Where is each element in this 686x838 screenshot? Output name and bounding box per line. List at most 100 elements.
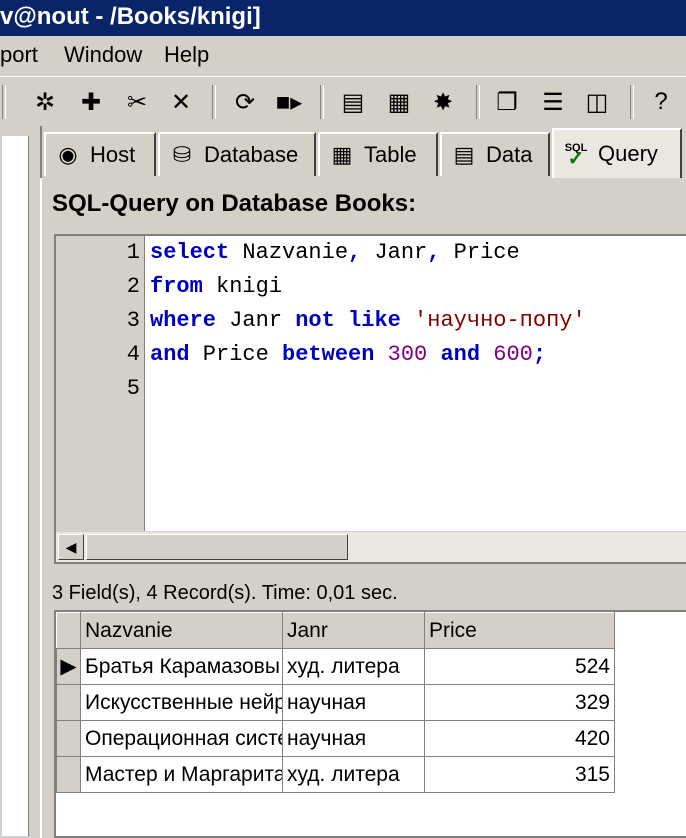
sql-icon: SQL ✓ xyxy=(564,142,588,170)
code-line[interactable]: where Janr not like 'научно-попу' xyxy=(150,308,586,333)
table-cell[interactable]: 315 xyxy=(424,756,615,793)
table-row[interactable]: Искусственные нейр научная 329 xyxy=(56,684,615,721)
code-token: 600 xyxy=(480,342,533,367)
code-token: from xyxy=(150,274,203,299)
table-icon: ▦ xyxy=(331,142,353,167)
code-token: select xyxy=(150,240,230,265)
left-panel xyxy=(0,126,42,838)
line-number: 3 xyxy=(126,308,140,333)
code-token: between xyxy=(282,342,375,367)
help-icon[interactable]: ? xyxy=(644,85,678,119)
title-bar: v@nout - /Books/knigi] xyxy=(0,0,686,36)
refresh-icon[interactable]: ⟳ xyxy=(228,85,262,119)
host-icon: ◉ xyxy=(58,142,78,167)
line-number: 5 xyxy=(126,376,140,401)
tab-table-label: Table xyxy=(364,142,417,167)
code-token: Price xyxy=(189,342,283,367)
table-cell[interactable]: худ. литера xyxy=(282,648,425,685)
database-icon: ⛁ xyxy=(172,142,192,167)
column-header-price[interactable]: Price xyxy=(424,612,615,649)
table-row[interactable]: ▶ Братья Карамазовы худ. литера 524 xyxy=(56,648,615,685)
code-token: where xyxy=(150,308,217,333)
line-number: 2 xyxy=(126,274,140,299)
current-row-indicator: ▶ xyxy=(56,648,81,685)
toolbar-separator xyxy=(630,85,634,119)
toolbar: ✲ ✚ ✂ ✕ ⟳ ■▸ ▤ ▦ ✸ ❐ ☰ ◫ ? xyxy=(0,76,686,127)
tile-horizontal-icon[interactable]: ☰ xyxy=(536,85,570,119)
row-indicator-header xyxy=(56,612,81,649)
tab-data[interactable]: ▤ Data xyxy=(440,132,550,176)
code-line[interactable]: from knigi xyxy=(150,274,282,299)
table-cell[interactable]: Мастер и Маргарита xyxy=(80,756,283,793)
code-token: and xyxy=(440,342,481,367)
table-cell[interactable]: Искусственные нейр xyxy=(80,684,283,721)
table-cell[interactable]: научная xyxy=(282,684,425,721)
new-icon[interactable]: ✚ xyxy=(74,85,108,119)
code-token: ; xyxy=(532,342,547,367)
column-header-nazvanie[interactable]: Nazvanie xyxy=(80,612,283,649)
toolbar-separator xyxy=(476,85,480,119)
result-grid[interactable]: Nazvanie Janr Price ▶ Братья Карамазовы … xyxy=(54,610,686,838)
column-header-janr[interactable]: Janr xyxy=(282,612,425,649)
report-icon[interactable]: ▦ xyxy=(382,85,416,119)
table-cell[interactable]: 524 xyxy=(424,648,615,685)
header-row: Nazvanie Janr Price xyxy=(56,612,615,649)
tab-bar: ◉ Host ⛁ Database ▦ Table ▤ Data SQL ✓ Qu… xyxy=(40,128,686,178)
table-cell[interactable]: Братья Карамазовы xyxy=(80,648,283,685)
tab-query[interactable]: SQL ✓ Query xyxy=(552,128,682,178)
left-panel-inner xyxy=(2,136,29,836)
result-status: 3 Field(s), 4 Record(s). Time: 0,01 sec. xyxy=(52,582,398,604)
connect-icon[interactable]: ✲ xyxy=(28,85,62,119)
code-token: Janr xyxy=(361,240,428,265)
page-title: SQL-Query on Database Books: xyxy=(52,190,417,217)
toolbar-separator xyxy=(320,85,324,119)
settings-icon[interactable]: ✸ xyxy=(426,85,460,119)
menu-help[interactable]: Help xyxy=(164,42,209,68)
table-cell[interactable]: Операционная систе xyxy=(80,720,283,757)
tab-data-label: Data xyxy=(486,142,533,167)
table-cell[interactable]: 420 xyxy=(424,720,615,757)
scroll-left-icon[interactable]: ◀ xyxy=(58,534,84,560)
row-indicator xyxy=(56,684,81,721)
code-token: , xyxy=(427,240,441,265)
sql-editor[interactable]: 1 2 3 4 5 select Nazvanie, Janr, Price f… xyxy=(54,234,686,564)
tab-query-label: Query xyxy=(598,141,658,166)
code-line[interactable]: select Nazvanie, Janr, Price xyxy=(150,240,520,265)
code-token: Price xyxy=(440,240,520,265)
tab-table[interactable]: ▦ Table xyxy=(318,132,438,176)
horizontal-scrollbar[interactable]: ◀ xyxy=(56,531,686,562)
result-table: Nazvanie Janr Price ▶ Братья Карамазовы … xyxy=(56,612,615,793)
cascade-icon[interactable]: ❐ xyxy=(490,85,524,119)
query-icon[interactable]: ▤ xyxy=(336,85,370,119)
table-row[interactable]: Операционная систе научная 420 xyxy=(56,720,615,757)
cut-icon[interactable]: ✂ xyxy=(120,85,154,119)
code-token: and xyxy=(150,342,190,367)
table-row[interactable]: Мастер и Маргарита худ. литера 315 xyxy=(56,756,615,793)
tab-host[interactable]: ◉ Host xyxy=(44,132,156,176)
scrollbar-thumb[interactable] xyxy=(86,534,348,560)
menu-bar: port Window Help xyxy=(0,36,686,74)
code-line[interactable]: and Price between 300 and 600; xyxy=(150,342,546,367)
line-number: 1 xyxy=(126,240,140,265)
data-icon: ▤ xyxy=(453,142,475,167)
toolbar-separator xyxy=(212,85,216,119)
menu-window[interactable]: Window xyxy=(64,42,142,68)
window-title: v@nout - /Books/knigi] xyxy=(0,3,261,30)
tab-database[interactable]: ⛁ Database xyxy=(158,132,316,176)
table-cell[interactable]: 329 xyxy=(424,684,615,721)
tab-host-label: Host xyxy=(90,142,136,167)
table-cell[interactable]: худ. литера xyxy=(282,756,425,793)
code-token: , xyxy=(348,240,362,265)
toolbar-separator xyxy=(2,85,6,119)
code-token: 'научно-попу' xyxy=(400,308,586,333)
run-icon[interactable]: ■▸ xyxy=(272,85,306,119)
code-token: 300 xyxy=(374,342,441,367)
query-panel: SQL-Query on Database Books: 1 2 3 4 5 s… xyxy=(40,178,686,838)
row-indicator xyxy=(56,756,81,793)
menu-import[interactable]: port xyxy=(0,42,38,68)
code-token: Janr xyxy=(216,308,296,333)
table-cell[interactable]: научная xyxy=(282,720,425,757)
row-indicator xyxy=(56,720,81,757)
tile-vertical-icon[interactable]: ◫ xyxy=(580,85,614,119)
close-icon[interactable]: ✕ xyxy=(164,85,198,119)
